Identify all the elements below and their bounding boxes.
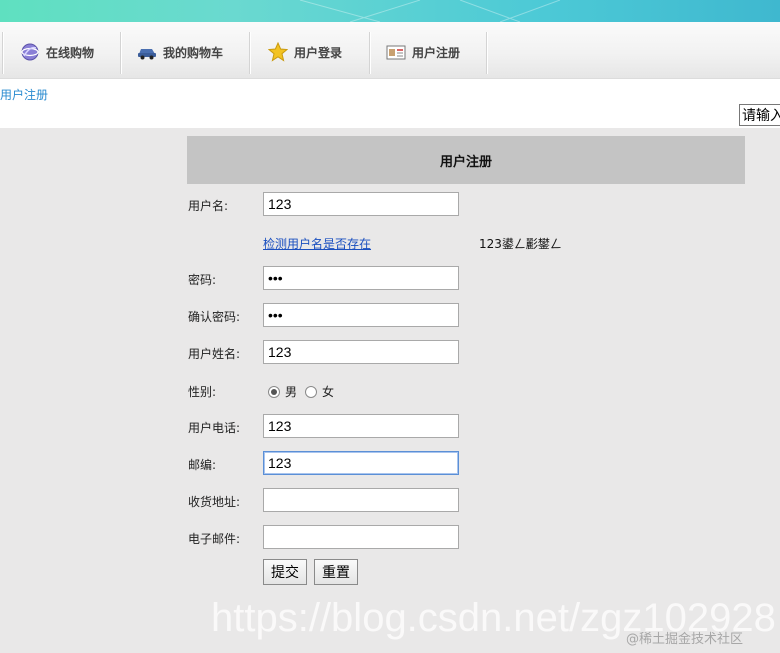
breadcrumb-bar: 用户注册: [0, 79, 780, 128]
globe-icon: [20, 42, 40, 62]
nav-separator: [2, 32, 3, 74]
check-username-link[interactable]: 检测用户名是否存在: [263, 235, 371, 252]
reset-button[interactable]: 重置: [314, 559, 358, 585]
address-input[interactable]: [263, 488, 459, 512]
submit-button[interactable]: 提交: [263, 559, 307, 585]
zip-label: 邮编:: [188, 458, 217, 472]
nav-label: 用户注册: [412, 45, 461, 60]
gender-male-label: 男: [285, 385, 298, 399]
nav-label: 用户登录: [294, 45, 343, 60]
nav-label: 我的购物车: [163, 45, 224, 60]
nav-separator: [249, 32, 250, 74]
id-card-icon: [386, 42, 406, 62]
realname-input[interactable]: [263, 340, 459, 364]
email-input[interactable]: [263, 525, 459, 549]
username-input[interactable]: [263, 192, 459, 216]
email-label: 电子邮件:: [188, 532, 241, 546]
gender-female-label: 女: [322, 385, 335, 399]
main-nav: 在线购物 我的购物车 用户登录 用户注册: [0, 22, 780, 79]
realname-label: 用户姓名:: [188, 347, 241, 361]
zip-input[interactable]: [263, 451, 459, 475]
gender-radio-group: 男 女: [268, 383, 342, 400]
nav-item-cart[interactable]: 我的购物车: [137, 28, 223, 76]
search-input[interactable]: [739, 104, 780, 126]
nav-separator: [369, 32, 370, 74]
breadcrumb[interactable]: 用户注册: [0, 86, 48, 103]
nav-item-online-shopping[interactable]: 在线购物: [20, 28, 94, 76]
nav-item-register[interactable]: 用户注册: [386, 28, 460, 76]
password-label: 密码:: [188, 273, 217, 287]
username-label: 用户名:: [188, 199, 229, 213]
confirm-password-label: 确认密码:: [188, 310, 241, 324]
gender-label: 性别:: [188, 385, 217, 399]
nav-separator: [120, 32, 121, 74]
gender-male-radio[interactable]: [268, 385, 280, 398]
form-title: 用户注册: [187, 136, 745, 184]
password-input[interactable]: [263, 266, 459, 290]
address-label: 收货地址:: [188, 495, 241, 509]
star-icon: [267, 41, 289, 62]
gender-female-radio[interactable]: [305, 385, 318, 398]
watermark-site: @稀土掘金技术社区: [626, 632, 744, 647]
phone-label: 用户电话:: [188, 421, 241, 435]
confirm-password-input[interactable]: [263, 303, 459, 327]
check-result-text: 123鍙ㄥ彲鐢ㄥ: [479, 237, 562, 251]
nav-label: 在线购物: [46, 45, 95, 60]
top-banner: [0, 0, 780, 22]
car-icon: [137, 42, 157, 62]
phone-input[interactable]: [263, 414, 459, 438]
banner-decoration: [299, 0, 561, 22]
nav-item-login[interactable]: 用户登录: [267, 28, 343, 76]
nav-separator: [486, 32, 487, 74]
